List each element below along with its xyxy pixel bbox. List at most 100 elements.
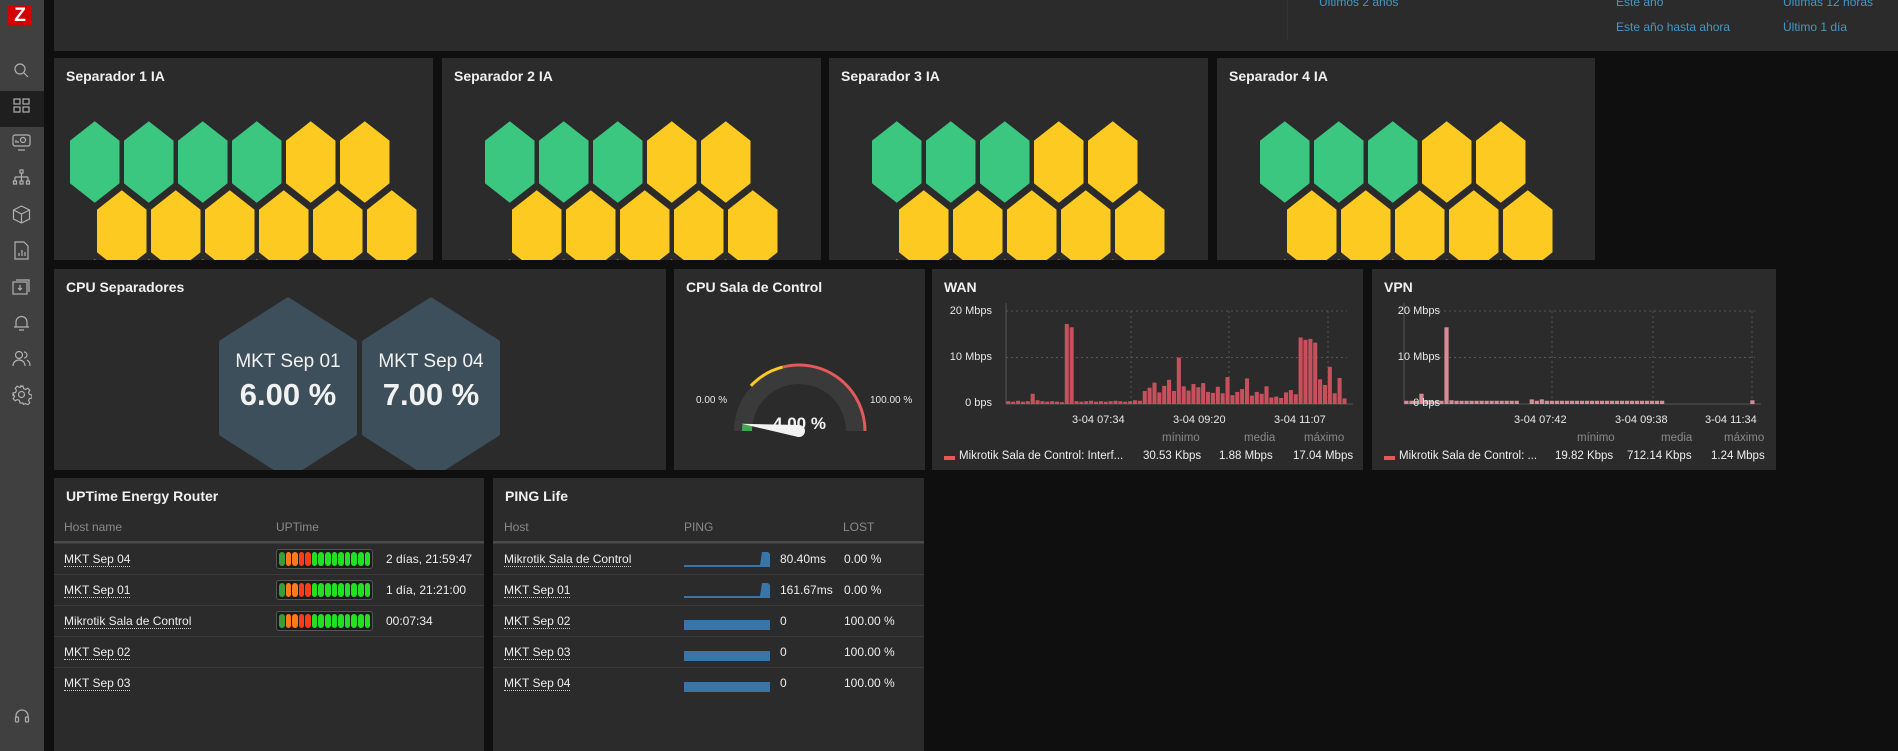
host-link[interactable]: MKT Sep 02 (64, 645, 131, 660)
host-hexagon[interactable] (897, 188, 951, 260)
uptime-segment (311, 552, 318, 566)
reports-icon (12, 240, 32, 266)
uptime-bar (276, 611, 373, 631)
host-hexagon[interactable] (870, 119, 924, 205)
host-hexagon[interactable] (1420, 119, 1474, 205)
host-link[interactable]: Mikrotik Sala de Control (64, 614, 192, 629)
host-hexagon[interactable] (1393, 188, 1447, 260)
host-hexagon[interactable] (176, 119, 230, 205)
settings-gear-icon (12, 384, 33, 410)
host-hexagon[interactable] (149, 188, 203, 260)
host-hexagon[interactable] (699, 119, 753, 205)
host-link[interactable]: MKT Sep 03 (64, 676, 131, 691)
host-link[interactable]: MKT Sep 02 (504, 614, 571, 629)
host-hexagon[interactable] (978, 119, 1032, 205)
host-hexagon[interactable] (618, 188, 672, 260)
legend-series-name: Mikrotik Sala de Control: Interf... (959, 450, 1124, 462)
data-bar (1225, 377, 1230, 404)
host-hexagon[interactable] (122, 119, 176, 205)
host-hexagon[interactable] (1474, 119, 1528, 205)
widget-title: PING Life (505, 488, 569, 504)
data-bar (1639, 400, 1645, 404)
host-link[interactable]: MKT Sep 03 (504, 645, 571, 660)
uptime-segment (331, 614, 338, 628)
data-bar (1142, 390, 1147, 404)
host-hexagon[interactable] (203, 188, 257, 260)
host-hexagon[interactable] (1312, 119, 1366, 205)
data-bar (1108, 401, 1113, 404)
sidebar-item[interactable] (0, 199, 44, 235)
cpu-hex-item[interactable]: MKT Sep 01 6.00 % (222, 351, 354, 413)
column-header[interactable]: UPTime (276, 520, 319, 534)
data-bar (1614, 400, 1620, 404)
host-hexagon[interactable] (726, 188, 780, 260)
column-header[interactable]: LOST (843, 520, 874, 534)
host-hexagon[interactable] (1086, 119, 1140, 205)
legend-avg: 712.14 Kbps (1627, 450, 1692, 462)
time-link[interactable]: Último 1 día (1783, 20, 1847, 34)
sidebar-item[interactable] (0, 271, 44, 307)
zabbix-logo[interactable]: Z (8, 5, 32, 26)
host-hexagon[interactable] (483, 119, 537, 205)
sidebar-item[interactable] (0, 235, 44, 271)
time-link[interactable]: Últimos 2 años (1319, 0, 1398, 9)
host-link[interactable]: MKT Sep 01 (64, 583, 131, 598)
time-link[interactable]: Este año (1616, 0, 1663, 9)
host-hexagon[interactable] (1447, 188, 1501, 260)
host-hexagon[interactable] (1501, 188, 1555, 260)
host-link[interactable]: MKT Sep 04 (64, 552, 131, 567)
uptime-segment (285, 552, 292, 566)
host-link[interactable]: MKT Sep 04 (504, 676, 571, 691)
column-header[interactable]: PING (684, 520, 713, 534)
host-hexagon[interactable] (924, 119, 978, 205)
column-header[interactable]: Host name (64, 520, 122, 534)
host-hexagon[interactable] (564, 188, 618, 260)
host-hexagon[interactable] (672, 188, 726, 260)
host-hexagon[interactable] (510, 188, 564, 260)
data-bar (1579, 400, 1585, 404)
data-bar (1045, 401, 1050, 404)
host-hexagon[interactable] (338, 119, 392, 205)
column-header[interactable]: Host (504, 520, 529, 534)
host-hexagon[interactable] (1285, 188, 1339, 260)
sidebar-item[interactable] (0, 163, 44, 199)
host-hexagon[interactable] (311, 188, 365, 260)
uptime-segment (364, 552, 371, 566)
host-hexagon[interactable] (1005, 188, 1059, 260)
time-link[interactable]: Últimas 12 horas (1783, 0, 1873, 9)
lost-value: 100.00 % (844, 645, 895, 659)
host-link[interactable]: MKT Sep 01 (504, 583, 571, 598)
host-link[interactable]: Mikrotik Sala de Control (504, 552, 632, 567)
uptime-segment (351, 614, 357, 628)
cpu-hex-item[interactable]: MKT Sep 04 7.00 % (365, 351, 497, 413)
host-hexagon[interactable] (257, 188, 311, 260)
honeycomb-widget: Separador 4 IA (1217, 58, 1595, 260)
host-hexagon[interactable] (537, 119, 591, 205)
host-hexagon[interactable] (951, 188, 1005, 260)
host-hexagon[interactable] (230, 119, 284, 205)
data-bar (1240, 389, 1245, 404)
host-hexagon[interactable] (1366, 119, 1420, 205)
host-hexagon[interactable] (68, 119, 122, 205)
host-hexagon[interactable] (1113, 188, 1167, 260)
time-link[interactable]: Este año hasta ahora (1616, 20, 1730, 34)
host-hexagon[interactable] (1059, 188, 1113, 260)
host-hexagon[interactable] (1339, 188, 1393, 260)
host-hexagon[interactable] (645, 119, 699, 205)
sidebar-item[interactable] (0, 91, 44, 127)
headset-icon[interactable] (0, 698, 44, 734)
host-hexagon[interactable] (1032, 119, 1086, 205)
sidebar-item[interactable] (0, 379, 44, 415)
host-hexagon[interactable] (591, 119, 645, 205)
host-hexagon[interactable] (1258, 119, 1312, 205)
host-hexagon[interactable] (95, 188, 149, 260)
sidebar-item[interactable] (0, 307, 44, 343)
data-bar (1269, 397, 1274, 404)
sidebar-item[interactable] (0, 343, 44, 379)
sidebar-item[interactable] (0, 127, 44, 163)
table-row: MKT Sep 04 0 100.00 % (493, 667, 924, 698)
y-tick: 0 bps (1413, 397, 1440, 409)
host-hexagon[interactable] (365, 188, 419, 260)
sidebar-item[interactable] (0, 55, 44, 91)
host-hexagon[interactable] (284, 119, 338, 205)
